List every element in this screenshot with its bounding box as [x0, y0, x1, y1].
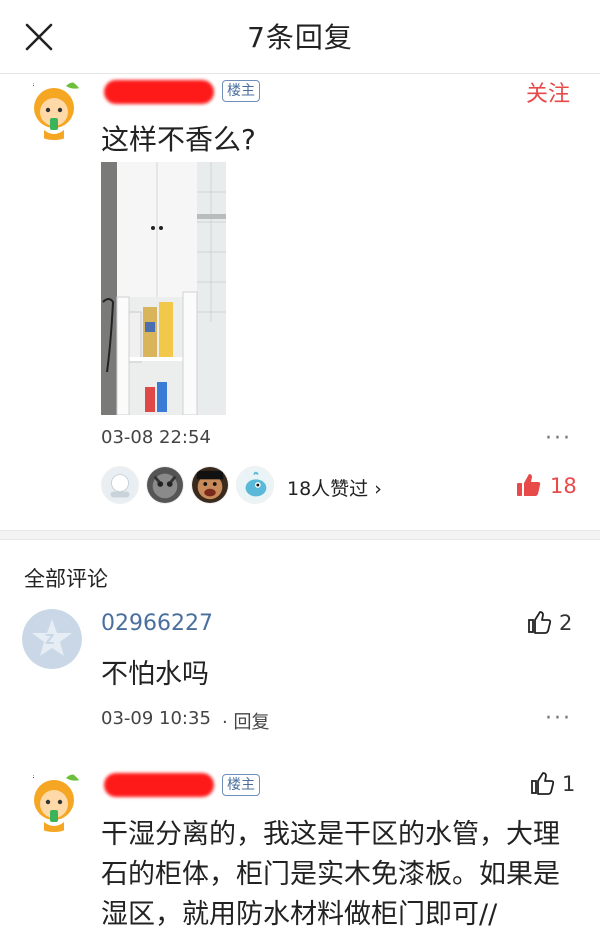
- page-title: 7条回复: [247, 21, 353, 54]
- post-photo[interactable]: [101, 162, 226, 415]
- svg-text:耶!: 耶!: [24, 79, 35, 88]
- liker-avatar[interactable]: [191, 466, 229, 504]
- comment-timestamp: 03-09 10:35: [101, 708, 211, 729]
- post-like-count: 18: [550, 474, 577, 498]
- reply-button[interactable]: · 回复: [222, 708, 269, 734]
- more-options-button[interactable]: ···: [545, 426, 572, 451]
- author-avatar[interactable]: 耶!: [22, 76, 86, 140]
- thumbs-up-filled-icon[interactable]: [516, 472, 542, 498]
- comment-like-count: 1: [562, 772, 576, 796]
- comment-text-line: 湿区，就用防水材料做柜门即可//: [101, 899, 498, 930]
- commenter-avatar[interactable]: Z: [22, 609, 82, 669]
- liker-avatar[interactable]: [101, 466, 139, 504]
- post-timestamp: 03-08 22:54: [101, 427, 211, 448]
- likers-count-link[interactable]: 18人赞过 ›: [287, 474, 382, 501]
- follow-button[interactable]: 关注: [526, 76, 570, 108]
- owner-badge: 楼主: [222, 80, 260, 102]
- comment-text: 不怕水吗: [101, 659, 209, 690]
- more-options-button[interactable]: ···: [545, 706, 572, 731]
- post-text: 这样不香么?: [101, 123, 256, 156]
- top-bar: 7条回复: [0, 0, 600, 74]
- redacted-username: [104, 773, 214, 797]
- liker-avatar[interactable]: [146, 466, 184, 504]
- svg-text:Z: Z: [45, 633, 54, 648]
- all-comments-heading: 全部评论: [24, 567, 108, 591]
- comment-like-count: 2: [559, 611, 573, 635]
- thumbs-up-icon[interactable]: [530, 770, 556, 796]
- liker-avatar[interactable]: [236, 466, 274, 504]
- author-avatar[interactable]: 耶!: [22, 768, 86, 832]
- section-divider: [0, 530, 600, 540]
- svg-text:耶!: 耶!: [24, 771, 35, 780]
- comment-text-line: 干湿分离的，我这是干区的水管，大理: [101, 819, 560, 850]
- owner-badge: 楼主: [222, 774, 260, 796]
- comment-text-line: 石的柜体，柜门是实木免漆板。如果是: [101, 859, 560, 890]
- commenter-username[interactable]: 02966227: [101, 611, 213, 636]
- thumbs-up-icon[interactable]: [527, 609, 553, 635]
- redacted-username: [104, 80, 214, 104]
